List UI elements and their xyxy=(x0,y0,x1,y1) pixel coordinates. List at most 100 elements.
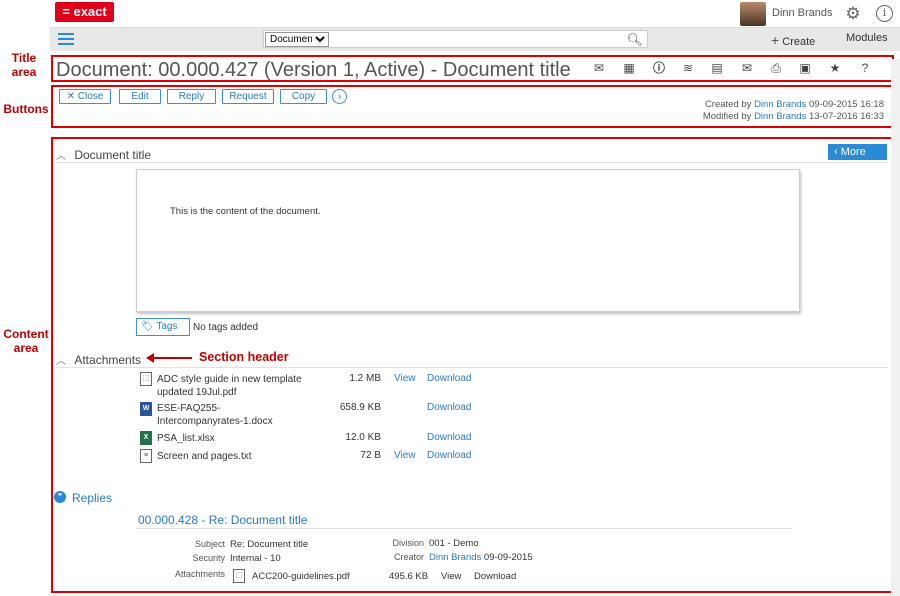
modified-by-link[interactable]: Dinn Brands xyxy=(754,111,806,122)
tags-button[interactable]: 🏷︎ Tags xyxy=(136,318,190,336)
view-link[interactable]: View xyxy=(394,450,416,461)
attachments-section-header[interactable]: ︿ Attachments xyxy=(56,352,141,367)
request-button[interactable]: Request xyxy=(222,89,274,104)
chevron-right-icon[interactable]: › xyxy=(332,89,347,104)
download-link[interactable]: Download xyxy=(427,450,471,461)
section-divider xyxy=(54,367,888,368)
print-icon[interactable]: ⎙ xyxy=(769,61,783,75)
attachment-name-line: ESE-FAQ255- xyxy=(157,403,221,414)
pdf-file-icon: ⬚ xyxy=(140,372,152,386)
replies-icon: ❞ xyxy=(54,491,66,503)
collapse-icon[interactable]: ︿ xyxy=(56,356,66,367)
help-icon[interactable]: ? xyxy=(858,61,872,75)
database-icon[interactable]: ≋ xyxy=(681,61,695,75)
create-button[interactable]: + Create xyxy=(771,32,815,48)
username[interactable]: Dinn Brands xyxy=(772,7,833,19)
copy-button[interactable]: Copy xyxy=(280,89,327,104)
view-link[interactable]: View xyxy=(394,373,416,384)
tags-label: Tags xyxy=(156,321,178,332)
star-icon[interactable]: ★ xyxy=(828,61,842,75)
reply-attachment-name: ACC200-guidelines.pdf xyxy=(252,571,350,582)
collapse-icon[interactable]: ︿ xyxy=(56,151,66,162)
attachment-size: 1.2 MB xyxy=(349,373,381,384)
annotation-arrow xyxy=(150,357,192,359)
download-link[interactable]: Download xyxy=(427,373,471,384)
reply-button[interactable]: Reply xyxy=(167,89,216,104)
attachment-name-line: Intercompanyrates-1.docx xyxy=(157,416,273,427)
created-by-link[interactable]: Dinn Brands xyxy=(754,99,806,110)
page-title: Document: 00.000.427 (Version 1, Active)… xyxy=(56,59,571,81)
created-info: Created by Dinn Brands 09-09-2015 16:18 xyxy=(705,99,884,110)
excel-file-icon: X xyxy=(140,431,152,445)
modified-info: Modified by Dinn Brands 13-07-2016 16:33 xyxy=(703,111,884,122)
security-value: Internal - 10 xyxy=(230,553,281,564)
scrollbar[interactable] xyxy=(891,59,900,596)
creator-date: 09-09-2015 xyxy=(483,552,533,563)
tag-icon: 🏷︎ xyxy=(141,321,154,332)
plus-icon: + xyxy=(771,32,780,48)
text-file-icon: ≡ xyxy=(140,449,152,463)
more-button[interactable]: ‹ More xyxy=(828,144,887,160)
reply-attachments-label: Attachments xyxy=(174,569,225,579)
reply-view-link[interactable]: View xyxy=(441,571,461,582)
search-type-select[interactable]: Document xyxy=(265,32,329,47)
reply-attachment-size: 495.6 KB xyxy=(389,571,429,582)
word-file-icon: W xyxy=(140,402,152,416)
creator-link[interactable]: Dinn Brands xyxy=(429,552,481,563)
modified-date: 13-07-2016 16:33 xyxy=(808,111,884,122)
section-divider xyxy=(54,162,888,163)
close-icon: ✕ xyxy=(66,91,76,102)
hamburger-menu-icon[interactable] xyxy=(58,33,74,45)
attachment-name: ADC style guide in new template updated 1… xyxy=(157,373,302,399)
attachment-size: 658.9 KB xyxy=(339,402,381,413)
document-link-icon[interactable]: ▤ xyxy=(710,61,724,75)
replies-section-title[interactable]: Replies xyxy=(72,491,112,505)
attachments-section-title: Attachments xyxy=(74,353,142,367)
attachment-name: Screen and pages.txt xyxy=(157,451,252,462)
annotation-section-header: Section header xyxy=(199,350,289,364)
annotation-buttons: Buttons xyxy=(3,102,49,116)
more-label: More xyxy=(840,146,866,158)
annotation-title-area: Title area xyxy=(11,51,37,79)
subject-label: Subject xyxy=(194,539,225,549)
calculator-icon[interactable]: ▦ xyxy=(622,61,636,75)
reply-title-link[interactable]: 00.000.428 - Re: Document title xyxy=(138,513,307,527)
subject-value: Re: Document title xyxy=(230,539,309,550)
annotation-content-area: Content area xyxy=(3,327,49,355)
document-section-title: Document title xyxy=(74,148,152,162)
search-icon[interactable]: 🔍︎ xyxy=(626,32,643,48)
download-link[interactable]: Download xyxy=(427,402,471,413)
document-content-box[interactable] xyxy=(136,169,800,312)
created-prefix: Created by xyxy=(704,99,752,110)
attachment-name-line: ADC style guide in new template xyxy=(157,374,302,385)
attachment-name-line: updated 19Jul.pdf xyxy=(157,387,237,398)
reply-download-link[interactable]: Download xyxy=(474,571,516,582)
division-link[interactable]: 001 - Demo xyxy=(429,538,479,549)
info-icon[interactable]: ⓘ xyxy=(652,61,666,75)
edit-button[interactable]: Edit xyxy=(119,89,161,104)
annotation-arrow-head xyxy=(146,353,154,363)
email-icon[interactable]: ✉ xyxy=(740,61,754,75)
attachment-size: 72 B xyxy=(360,450,381,461)
info-icon[interactable]: i xyxy=(876,5,893,22)
division-label: Division xyxy=(392,538,424,548)
security-label: Security xyxy=(192,553,225,563)
download-link[interactable]: Download xyxy=(427,432,471,443)
no-tags-text: No tags added xyxy=(193,322,259,333)
pdf-file-icon: ⬚ xyxy=(233,569,245,583)
modified-prefix: Modified by xyxy=(702,111,752,122)
avatar[interactable] xyxy=(740,2,766,26)
document-section-header[interactable]: ︿ Document title xyxy=(56,147,151,162)
exact-logo[interactable]: = exact xyxy=(55,2,114,22)
close-button[interactable]: ✕ Close xyxy=(59,89,111,104)
close-label: Close xyxy=(77,91,104,102)
search-bar[interactable]: Document 🔍︎ xyxy=(263,30,648,48)
creator-label: Creator xyxy=(393,552,424,562)
inbox-icon[interactable]: ✉ xyxy=(592,61,606,75)
attachment-name: PSA_list.xlsx xyxy=(157,433,215,444)
report-icon[interactable]: ▣ xyxy=(798,61,812,75)
reply-divider xyxy=(136,528,792,529)
modules-button[interactable]: Modules xyxy=(846,32,888,44)
gear-icon[interactable]: ⚙ xyxy=(844,5,862,23)
attachment-size: 12.0 KB xyxy=(345,432,381,443)
